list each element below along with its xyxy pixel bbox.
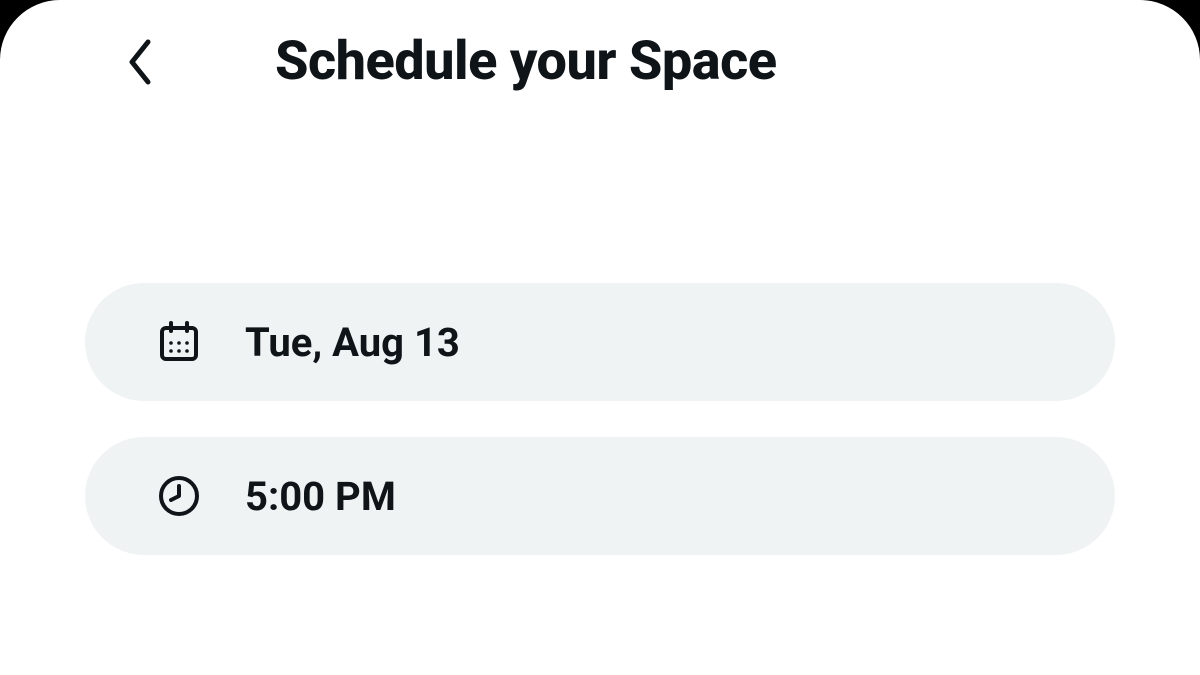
date-picker[interactable]: Tue, Aug 13 <box>85 283 1115 401</box>
schedule-fields: Tue, Aug 13 5:00 PM <box>0 113 1200 555</box>
chevron-left-icon <box>124 36 156 88</box>
page-title: Schedule your Space <box>275 30 777 93</box>
calendar-icon <box>157 320 201 364</box>
back-button[interactable] <box>115 32 165 92</box>
time-value: 5:00 PM <box>245 473 396 520</box>
date-value: Tue, Aug 13 <box>245 319 460 366</box>
time-picker[interactable]: 5:00 PM <box>85 437 1115 555</box>
corner-mask <box>0 0 60 60</box>
corner-mask <box>1140 0 1200 60</box>
clock-icon <box>157 474 201 518</box>
header: Schedule your Space <box>0 0 1200 113</box>
